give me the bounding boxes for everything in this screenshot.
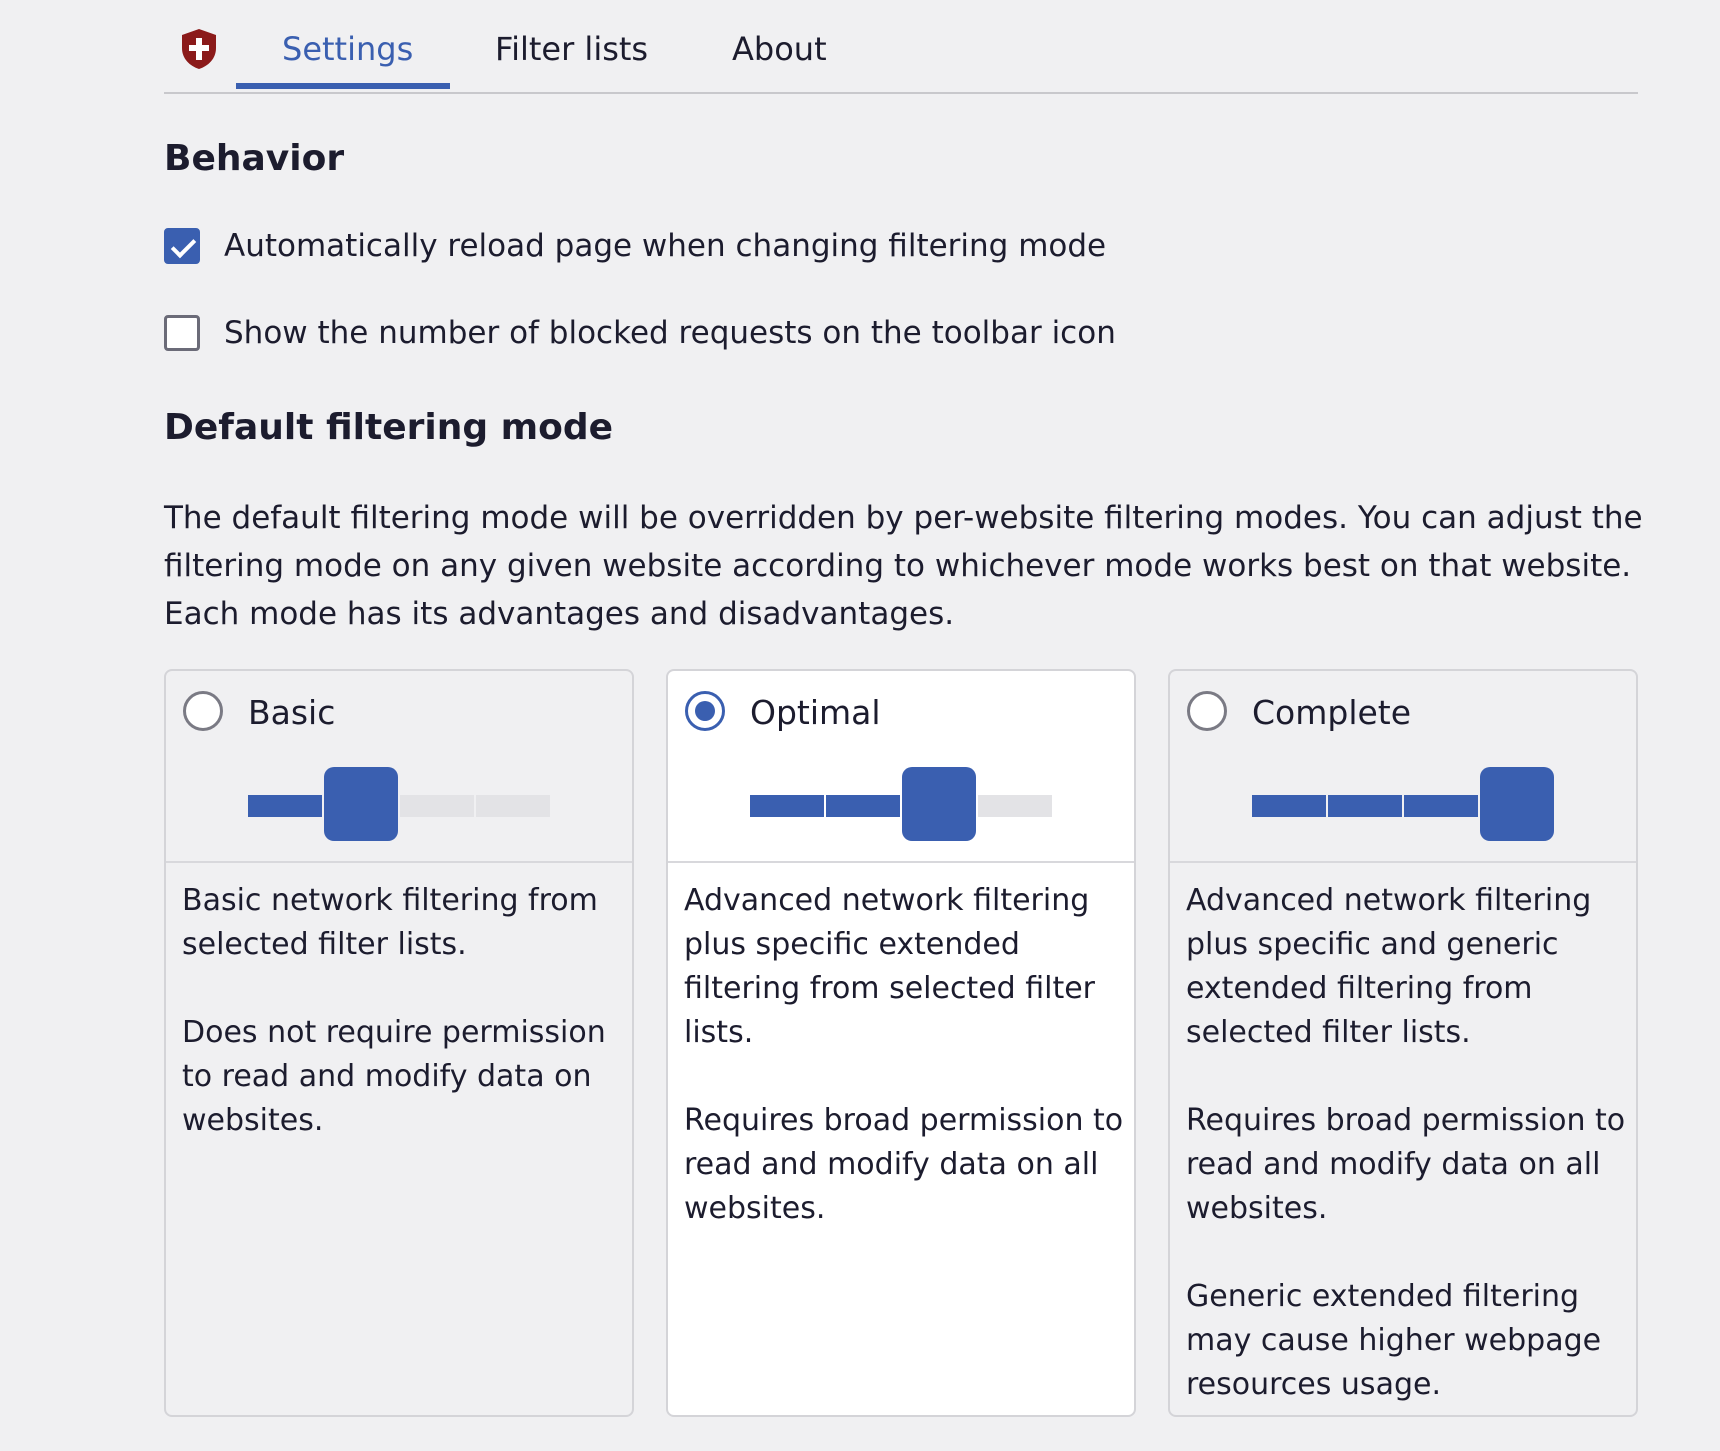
- mode-description-complete: Advanced network filtering plus specific…: [1186, 879, 1626, 1451]
- mode-level-slider-basic[interactable]: [248, 767, 552, 843]
- mode-paragraph: Advanced network filtering plus specific…: [1186, 883, 1592, 1050]
- mode-card-complete[interactable]: Complete Advanced network filtering plus…: [1168, 669, 1638, 1417]
- slider-segment: [1328, 795, 1402, 817]
- slider-segment: [248, 795, 322, 817]
- mode-title-basic[interactable]: Basic: [248, 693, 335, 732]
- tab-filter-lists[interactable]: Filter lists: [495, 30, 648, 68]
- mode-description-basic: Basic network filtering from selected fi…: [182, 879, 622, 1187]
- mode-description-optimal: Advanced network filtering plus specific…: [684, 879, 1124, 1275]
- filtering-mode-description: The default filtering mode will be overr…: [164, 500, 1643, 632]
- mode-paragraph: Does not require permission to read and …: [182, 1015, 606, 1138]
- auto-reload-checkbox[interactable]: [164, 228, 200, 264]
- tab-settings[interactable]: Settings: [282, 30, 413, 68]
- mode-title-optimal[interactable]: Optimal: [750, 693, 881, 732]
- mode-card-header: Complete: [1170, 671, 1636, 863]
- slider-handle[interactable]: [1480, 767, 1554, 841]
- mode-radio-optimal[interactable]: [685, 691, 725, 731]
- slider-segment: [750, 795, 824, 817]
- tab-bar: Settings Filter lists About: [164, 0, 1638, 94]
- mode-level-slider-complete[interactable]: [1252, 767, 1556, 843]
- active-tab-indicator: [236, 83, 450, 89]
- slider-segment: [1252, 795, 1326, 817]
- mode-paragraph: Advanced network filtering plus specific…: [684, 883, 1096, 1050]
- slider-segment: [1404, 795, 1478, 817]
- slider-segment: [476, 795, 550, 817]
- mode-paragraph: Requires broad permission to read and mo…: [1186, 1103, 1626, 1226]
- mode-paragraph: Generic extended filtering may cause hig…: [1186, 1279, 1602, 1402]
- mode-paragraph: Requires broad permission to read and mo…: [684, 1103, 1124, 1226]
- mode-card-basic[interactable]: Basic Basic network filtering from selec…: [164, 669, 634, 1417]
- mode-card-header: Basic: [166, 671, 632, 863]
- slider-segment: [400, 795, 474, 817]
- auto-reload-option[interactable]: Automatically reload page when changing …: [164, 226, 1106, 266]
- shield-icon: [182, 29, 216, 69]
- show-blocked-count-option[interactable]: Show the number of blocked requests on t…: [164, 313, 1116, 353]
- filtering-mode-heading: Default filtering mode: [164, 407, 614, 448]
- slider-handle[interactable]: [324, 767, 398, 841]
- mode-paragraph: Basic network filtering from selected fi…: [182, 883, 598, 962]
- show-blocked-count-checkbox[interactable]: [164, 315, 200, 351]
- slider-handle[interactable]: [902, 767, 976, 841]
- slider-segment: [826, 795, 900, 817]
- mode-title-complete[interactable]: Complete: [1252, 693, 1411, 732]
- mode-card-optimal[interactable]: Optimal Advanced network filtering plus …: [666, 669, 1136, 1417]
- settings-page: Settings Filter lists About Behavior Aut…: [0, 0, 1720, 1445]
- mode-level-slider-optimal[interactable]: [750, 767, 1054, 843]
- behavior-heading: Behavior: [164, 138, 345, 179]
- slider-segment: [978, 795, 1052, 817]
- mode-radio-complete[interactable]: [1187, 691, 1227, 731]
- tab-about[interactable]: About: [732, 30, 827, 68]
- mode-card-header: Optimal: [668, 671, 1134, 863]
- mode-radio-basic[interactable]: [183, 691, 223, 731]
- show-blocked-count-label[interactable]: Show the number of blocked requests on t…: [224, 315, 1116, 351]
- auto-reload-label[interactable]: Automatically reload page when changing …: [224, 228, 1106, 264]
